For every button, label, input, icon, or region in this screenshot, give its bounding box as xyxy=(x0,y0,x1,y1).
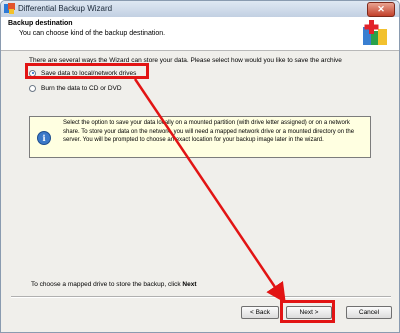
annotation-arrow-icon xyxy=(133,78,286,304)
